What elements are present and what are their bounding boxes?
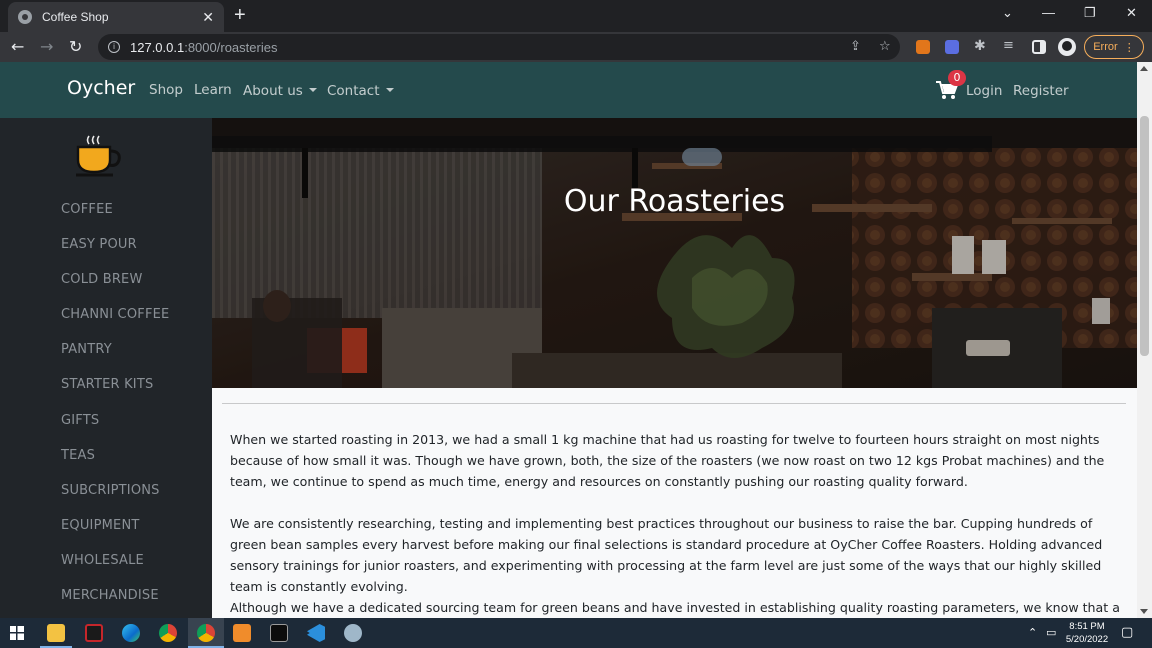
close-window-button[interactable]: ✕ [1126, 5, 1137, 21]
tab-title: Coffee Shop [42, 10, 109, 24]
sidebar-item-starter-kits[interactable]: STARTER KITS [61, 377, 153, 392]
puzzle-extensions-icon[interactable]: ✱ [974, 38, 986, 54]
cart-count-badge: 0 [948, 70, 966, 86]
coffee-cup-icon[interactable] [75, 134, 123, 178]
paragraph-2: We are consistently researching, testing… [230, 516, 1103, 594]
site-info-icon[interactable]: i [108, 41, 120, 53]
forward-icon[interactable]: → [40, 37, 53, 56]
sidebar-item-subcriptions[interactable]: SUBCRIPTIONS [61, 483, 160, 498]
sidebar-item-merchandise[interactable]: MERCHANDISE [61, 588, 159, 603]
chrome-active-icon[interactable] [197, 624, 215, 642]
caret-down-icon [385, 88, 394, 92]
terminal-icon[interactable] [270, 624, 288, 642]
system-clock[interactable]: 8:51 PM 5/20/2022 [1058, 620, 1116, 646]
file-explorer-icon[interactable] [47, 624, 65, 642]
paragraph-3: Although we have a dedicated sourcing te… [230, 600, 1120, 615]
metamask-extension-icon[interactable] [916, 40, 930, 54]
sidebar-item-cold-brew[interactable]: COLD BREW [61, 272, 143, 287]
profile-avatar[interactable] [1058, 38, 1076, 56]
caret-down-icon [308, 88, 317, 92]
nav-shop[interactable]: Shop [149, 82, 183, 98]
browser-tab-bar: Coffee Shop ✕ + ⌄ — ❐ ✕ [0, 0, 1152, 32]
error-label: Error [1093, 41, 1118, 53]
network-icon[interactable]: ▭ [1046, 626, 1056, 639]
content-divider [222, 403, 1126, 404]
sidebar-item-pantry[interactable]: PANTRY [61, 342, 112, 357]
xampp-icon[interactable] [233, 624, 251, 642]
chrome-icon[interactable] [159, 624, 177, 642]
site-brand[interactable]: Oycher [67, 77, 135, 99]
sidebar-item-wholesale[interactable]: WHOLESALE [61, 553, 144, 568]
sidebar-item-teas[interactable]: TEAS [61, 448, 95, 463]
tab-close-button[interactable]: ✕ [202, 9, 214, 26]
notification-icon[interactable]: ▢ [1121, 625, 1133, 640]
sidebar-item-gifts[interactable]: GIFTS [61, 413, 99, 428]
restore-button[interactable]: ❐ [1084, 5, 1096, 21]
sidebar-item-channi-coffee[interactable]: CHANNI COFFEE [61, 307, 169, 322]
nav-contact-label: Contact [327, 83, 380, 99]
browser-toolbar: ← → ↻ i 127.0.0.1:8000/roasteries ⇪ ☆ ✱ … [0, 32, 1152, 62]
error-button[interactable]: Error ⋮ [1084, 35, 1144, 59]
new-tab-button[interactable]: + [234, 5, 246, 25]
extension-icon[interactable] [945, 40, 959, 54]
scroll-thumb[interactable] [1140, 116, 1149, 356]
side-panel-icon[interactable] [1032, 40, 1046, 54]
page-title: Our Roasteries [563, 184, 786, 219]
sidebar-item-coffee[interactable]: COFFEE [61, 202, 113, 217]
reload-icon[interactable]: ↻ [69, 37, 82, 56]
tray-chevron-icon[interactable]: ⌃ [1028, 626, 1037, 639]
address-bar[interactable]: i 127.0.0.1:8000/roasteries [98, 34, 900, 60]
site-navbar: Oycher Shop Learn About us Contact 0 Log… [0, 62, 1137, 118]
paragraph-1: When we started roasting in 2013, we had… [230, 432, 1105, 489]
share-icon[interactable]: ⇪ [850, 39, 861, 54]
minimize-button[interactable]: — [1042, 5, 1055, 20]
nav-register[interactable]: Register [1013, 83, 1069, 99]
page-scrollbar[interactable] [1137, 62, 1152, 618]
nav-contact-dropdown[interactable]: Contact [327, 83, 394, 99]
page-viewport: Oycher Shop Learn About us Contact 0 Log… [0, 62, 1137, 618]
clock-time: 8:51 PM [1069, 621, 1105, 632]
scroll-down-icon[interactable] [1140, 609, 1148, 614]
url-path: :8000/roasteries [184, 39, 278, 55]
reading-list-icon[interactable]: ≡ [1003, 38, 1014, 53]
tab-search-button[interactable]: ⌄ [1002, 5, 1013, 21]
edge-browser-icon[interactable] [122, 624, 140, 642]
url-host: 127.0.0.1 [130, 39, 185, 55]
clock-date: 5/20/2022 [1065, 634, 1109, 645]
sidebar-item-equipment[interactable]: EQUIPMENT [61, 518, 140, 533]
bookmark-star-icon[interactable]: ☆ [879, 39, 891, 54]
sidebar-item-easy-pour[interactable]: EASY POUR [61, 237, 137, 252]
nav-login[interactable]: Login [966, 83, 1002, 99]
app-icon[interactable] [344, 624, 362, 642]
nav-learn[interactable]: Learn [194, 82, 232, 98]
back-icon[interactable]: ← [11, 37, 24, 56]
cafe-interior-image [212, 118, 1137, 388]
game-app-icon[interactable] [85, 624, 103, 642]
browser-tab[interactable]: Coffee Shop ✕ [8, 2, 224, 32]
windows-taskbar: ⌃ ▭ 8:51 PM 5/20/2022 ▢ [0, 618, 1152, 648]
nav-about-dropdown[interactable]: About us [243, 83, 317, 99]
globe-icon [18, 10, 32, 24]
vscode-icon[interactable] [307, 624, 325, 642]
nav-about-label: About us [243, 83, 303, 99]
windows-start-icon[interactable] [10, 626, 24, 640]
hero-banner: Our Roasteries [212, 118, 1137, 388]
category-sidebar: COFFEE EASY POUR COLD BREW CHANNI COFFEE… [0, 118, 212, 618]
scroll-up-icon[interactable] [1140, 66, 1148, 71]
